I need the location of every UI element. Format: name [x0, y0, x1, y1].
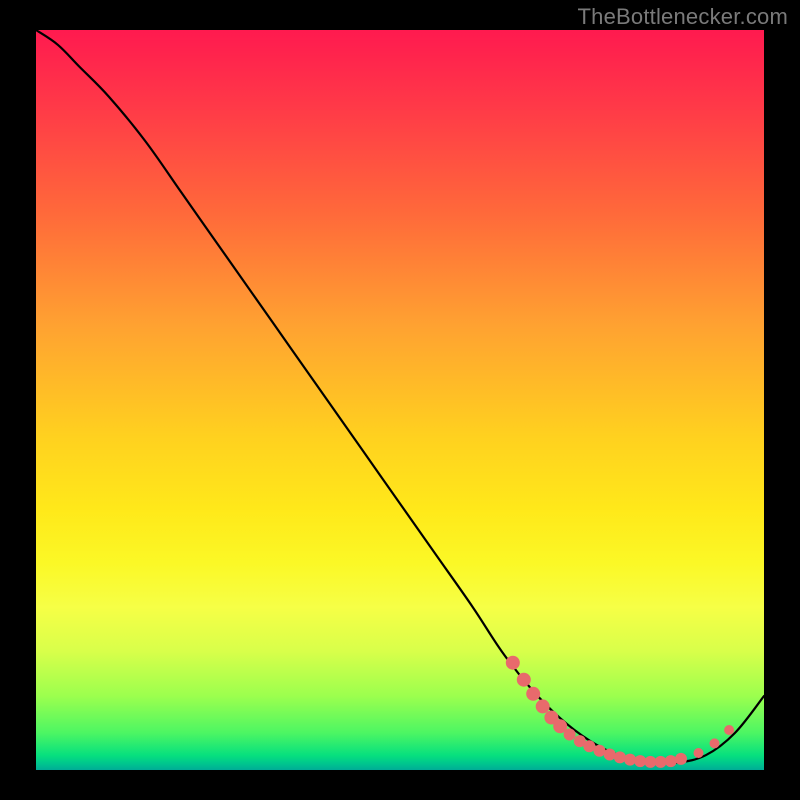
attribution-text: TheBottlenecker.com	[578, 4, 788, 30]
marker-layer	[506, 656, 734, 768]
highlight-marker	[526, 687, 540, 701]
highlight-marker	[624, 754, 636, 766]
highlight-marker	[710, 738, 720, 748]
highlight-marker	[614, 751, 626, 763]
highlight-marker	[506, 656, 520, 670]
highlight-marker	[564, 729, 576, 741]
plot-area	[36, 30, 764, 770]
highlight-marker	[655, 756, 667, 768]
highlight-marker	[583, 740, 595, 752]
chart-frame: TheBottlenecker.com	[0, 0, 800, 800]
highlight-marker	[724, 725, 734, 735]
chart-overlay	[36, 30, 764, 770]
highlight-marker	[517, 673, 531, 687]
highlight-marker	[665, 755, 677, 767]
highlight-marker	[694, 748, 704, 758]
highlight-marker	[675, 753, 687, 765]
highlight-marker	[634, 755, 646, 767]
highlight-marker	[594, 745, 606, 757]
chart-curve	[36, 30, 764, 764]
highlight-marker	[536, 699, 550, 713]
highlight-marker	[604, 749, 616, 761]
